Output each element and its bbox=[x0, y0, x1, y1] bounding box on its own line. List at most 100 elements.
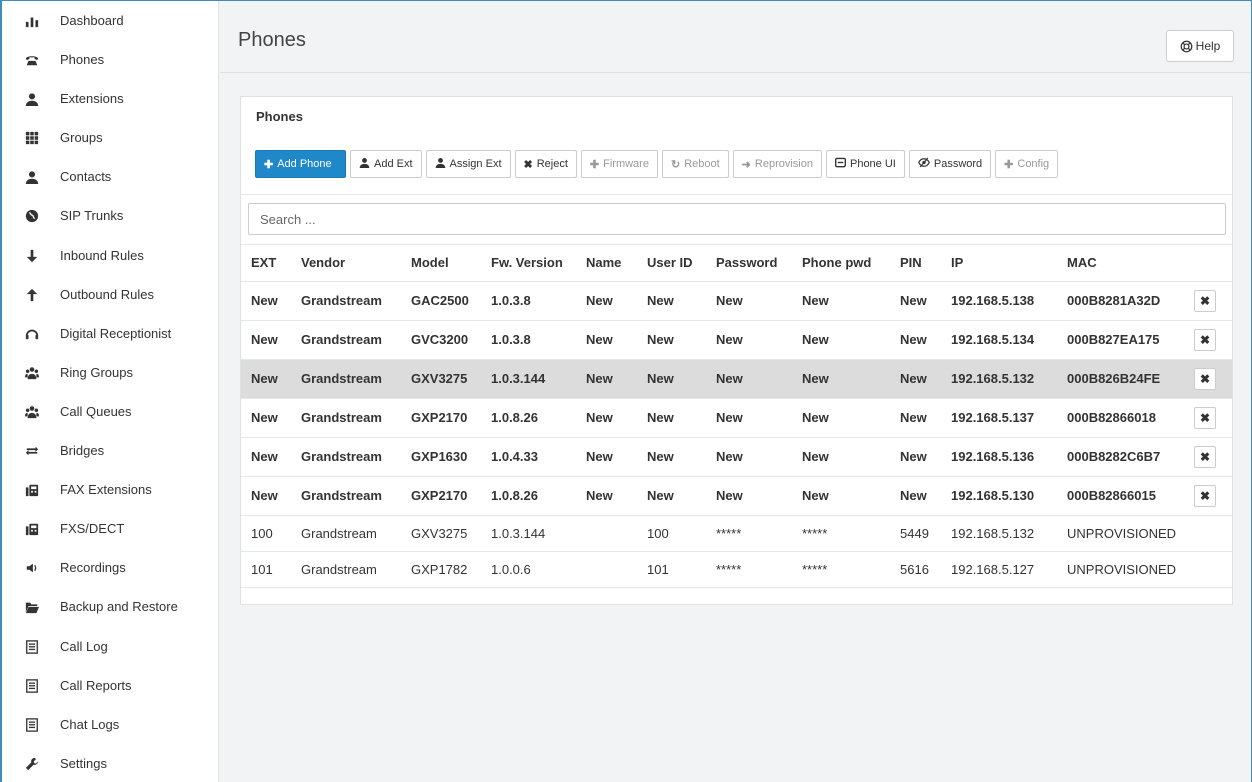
table-cell: UNPROVISIONED bbox=[1057, 515, 1184, 552]
firmware-button[interactable]: ✚ Firmware bbox=[580, 150, 658, 178]
config-button[interactable]: ✚ Config bbox=[995, 150, 1059, 178]
sidebar-item-label: Outbound Rules bbox=[60, 287, 154, 302]
sidebar-item-call-queues[interactable]: Call Queues bbox=[2, 392, 219, 431]
delete-row-button[interactable]: ✖ bbox=[1194, 484, 1216, 507]
table-row[interactable]: 100 Grandstream GXV3275 1.0.3.144 100 ***** **… bbox=[241, 515, 1232, 552]
table-cell: New bbox=[241, 476, 291, 516]
sidebar-item-phones[interactable]: Phones bbox=[2, 40, 219, 79]
table-cell: UNPROVISIONED bbox=[1057, 551, 1184, 588]
column-header[interactable]: Phone pwd bbox=[792, 245, 890, 282]
grid-icon bbox=[24, 130, 40, 146]
add-phone-button[interactable]: ✚ Add Phone bbox=[255, 150, 346, 178]
table-cell: New bbox=[241, 320, 291, 360]
table-cell: 192.168.5.130 bbox=[941, 476, 1057, 516]
reject-button[interactable]: ✖ Reject bbox=[514, 150, 577, 178]
phone-ui-button[interactable]: Phone UI bbox=[825, 150, 905, 178]
sidebar-item-outbound-rules[interactable]: Outbound Rules bbox=[2, 275, 219, 314]
table-row[interactable]: New Grandstream GXV3275 1.0.3.144 New New New N… bbox=[241, 359, 1232, 399]
list-icon bbox=[24, 717, 40, 733]
row-actions: ✖ bbox=[1184, 398, 1232, 438]
search-input[interactable] bbox=[248, 203, 1226, 235]
delete-row-button[interactable]: ✖ bbox=[1194, 328, 1216, 351]
sidebar-item-extensions[interactable]: Extensions bbox=[2, 79, 219, 118]
plus-icon: ✚ bbox=[264, 158, 274, 171]
password-button[interactable]: Password bbox=[908, 150, 992, 178]
sidebar-item-bridges[interactable]: Bridges bbox=[2, 431, 219, 470]
table-cell: New bbox=[890, 476, 941, 516]
table-cell: ***** bbox=[706, 515, 792, 552]
sidebar-item-label: Extensions bbox=[60, 91, 124, 106]
column-header[interactable]: Fw. Version bbox=[481, 245, 576, 282]
column-header[interactable]: PIN bbox=[890, 245, 941, 282]
sidebar-item-label: Ring Groups bbox=[60, 365, 133, 380]
arrow-down-icon bbox=[24, 248, 40, 264]
delete-row-button[interactable]: ✖ bbox=[1194, 289, 1216, 312]
sidebar-item-call-log[interactable]: Call Log bbox=[2, 627, 219, 666]
reprovision-button[interactable]: ➜ Reprovision bbox=[732, 150, 822, 178]
column-header[interactable]: User ID bbox=[637, 245, 706, 282]
table-cell: New bbox=[792, 359, 890, 399]
table-cell: Grandstream bbox=[291, 476, 401, 516]
divider bbox=[241, 194, 1232, 195]
delete-row-button[interactable]: ✖ bbox=[1194, 367, 1216, 390]
row-actions: ✖ bbox=[1184, 320, 1232, 360]
table-row[interactable]: New Grandstream GXP2170 1.0.8.26 New New New Ne… bbox=[241, 398, 1232, 438]
row-actions: ✖ bbox=[1184, 437, 1232, 477]
sidebar-item-digital-receptionist[interactable]: Digital Receptionist bbox=[2, 314, 219, 353]
sidebar-item-sip-trunks[interactable]: SIP Trunks bbox=[2, 196, 219, 235]
table-cell: Grandstream bbox=[291, 359, 401, 399]
column-header[interactable]: Model bbox=[401, 245, 481, 282]
delete-row-button[interactable]: ✖ bbox=[1194, 445, 1216, 468]
user-icon bbox=[359, 157, 370, 171]
table-cell: New bbox=[706, 437, 792, 477]
column-header[interactable]: Password bbox=[706, 245, 792, 282]
sidebar-item-backup-and-restore[interactable]: Backup and Restore bbox=[2, 587, 219, 626]
sidebar-item-groups[interactable]: Groups bbox=[2, 118, 219, 157]
sidebar-item-contacts[interactable]: Contacts bbox=[2, 157, 219, 196]
folder-open-icon bbox=[24, 599, 40, 615]
sidebar-item-label: Chat Logs bbox=[60, 717, 120, 732]
table-cell: ***** bbox=[792, 551, 890, 588]
table-cell: Grandstream bbox=[291, 437, 401, 477]
table-row[interactable]: 101 Grandstream GXP1782 1.0.0.6 101 ***** ****… bbox=[241, 551, 1232, 588]
sidebar-item-fax-extensions[interactable]: FAX Extensions bbox=[2, 470, 219, 509]
add-phone-label: Add Phone bbox=[277, 158, 332, 170]
sidebar-item-chat-logs[interactable]: Chat Logs bbox=[2, 705, 219, 744]
column-header[interactable]: Vendor bbox=[291, 245, 401, 282]
table-cell: New bbox=[792, 281, 890, 321]
sidebar-item-fxs-dect[interactable]: FXS/DECT bbox=[2, 509, 219, 548]
add-ext-button[interactable]: Add Ext bbox=[350, 150, 422, 178]
sidebar-item-settings[interactable]: Settings bbox=[2, 744, 219, 782]
table-cell: 192.168.5.134 bbox=[941, 320, 1057, 360]
delete-row-button[interactable]: ✖ bbox=[1194, 406, 1216, 429]
assign-ext-button[interactable]: Assign Ext bbox=[425, 150, 511, 178]
help-button[interactable]: Help bbox=[1166, 30, 1234, 62]
sidebar-item-call-reports[interactable]: Call Reports bbox=[2, 666, 219, 705]
sidebar-item-label: Recordings bbox=[60, 560, 126, 575]
reject-label: Reject bbox=[536, 158, 568, 170]
sidebar-item-dashboard[interactable]: Dashboard bbox=[2, 1, 219, 40]
column-header[interactable]: IP bbox=[941, 245, 1057, 282]
table-row[interactable]: New Grandstream GXP2170 1.0.8.26 New New New Ne… bbox=[241, 476, 1232, 516]
reboot-button[interactable]: ↻ Reboot bbox=[661, 150, 729, 178]
table-row[interactable]: New Grandstream GAC2500 1.0.3.8 New New New New… bbox=[241, 281, 1232, 321]
column-header[interactable]: MAC bbox=[1057, 245, 1184, 282]
table-cell: New bbox=[890, 281, 941, 321]
table-row[interactable]: New Grandstream GVC3200 1.0.3.8 New New New New… bbox=[241, 320, 1232, 360]
table-row[interactable]: New Grandstream GXP1630 1.0.4.33 New New New Ne… bbox=[241, 437, 1232, 477]
table-cell: 1.0.8.26 bbox=[481, 398, 576, 438]
phone-icon bbox=[24, 52, 40, 68]
table-cell: New bbox=[576, 437, 637, 477]
sidebar-item-ring-groups[interactable]: Ring Groups bbox=[2, 353, 219, 392]
column-header[interactable]: Name bbox=[576, 245, 637, 282]
sidebar-item-recordings[interactable]: Recordings bbox=[2, 548, 219, 587]
users-icon bbox=[24, 404, 40, 420]
sidebar-item-inbound-rules[interactable]: Inbound Rules bbox=[2, 236, 219, 275]
table-cell: 101 bbox=[637, 551, 706, 588]
help-label: Help bbox=[1195, 39, 1221, 53]
table-cell: New bbox=[576, 398, 637, 438]
sidebar-item-label: Digital Receptionist bbox=[60, 326, 172, 341]
list-icon bbox=[24, 678, 40, 694]
column-header[interactable]: EXT bbox=[241, 245, 291, 282]
table-cell: ***** bbox=[706, 551, 792, 588]
